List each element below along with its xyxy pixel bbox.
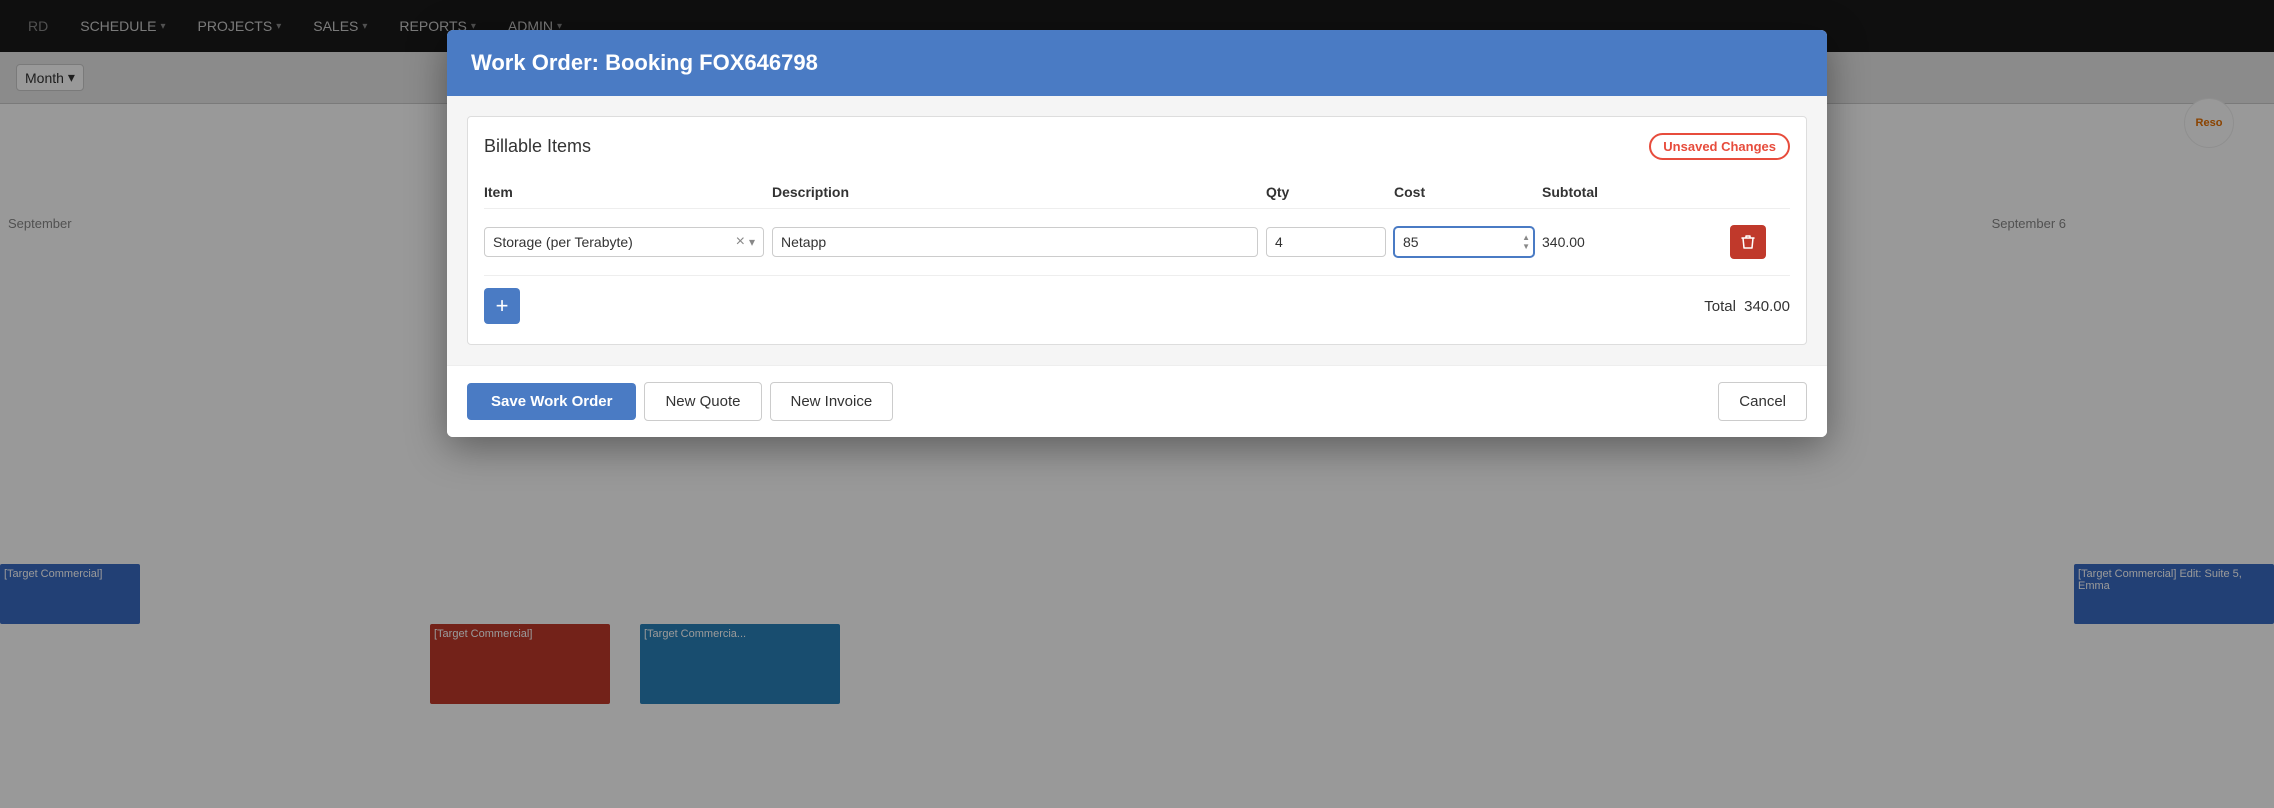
billable-section: Billable Items Unsaved Changes Item Desc… — [467, 116, 1807, 345]
trash-icon — [1741, 234, 1755, 250]
modal-title: Work Order: Booking FOX646798 — [471, 50, 1803, 76]
item-clear-button[interactable]: × — [736, 234, 745, 250]
plus-icon: + — [496, 293, 509, 319]
item-dropdown-arrow[interactable]: ▾ — [749, 235, 755, 249]
col-header-actions — [1730, 184, 1790, 200]
subtotal-value: 340.00 — [1542, 234, 1722, 250]
item-select-value: Storage (per Terabyte) — [493, 234, 633, 250]
cost-input-wrapper: ▲ ▼ — [1394, 227, 1534, 257]
total-value: 340.00 — [1744, 298, 1790, 315]
cost-input[interactable] — [1394, 227, 1534, 257]
table-row: Storage (per Terabyte) × ▾ ▲ ▼ — [484, 217, 1790, 267]
add-item-button[interactable]: + — [484, 288, 520, 324]
col-header-item: Item — [484, 184, 764, 200]
modal-header: Work Order: Booking FOX646798 — [447, 30, 1827, 96]
modal-body: Billable Items Unsaved Changes Item Desc… — [447, 96, 1827, 365]
modal-footer: Save Work Order New Quote New Invoice Ca… — [447, 365, 1827, 437]
delete-row-button[interactable] — [1730, 225, 1766, 259]
col-header-qty: Qty — [1266, 184, 1386, 200]
total-row: + Total 340.00 — [484, 275, 1790, 328]
save-work-order-button[interactable]: Save Work Order — [467, 383, 636, 420]
cancel-button[interactable]: Cancel — [1718, 382, 1807, 421]
qty-input[interactable] — [1266, 227, 1386, 257]
new-quote-button[interactable]: New Quote — [644, 382, 761, 421]
description-input[interactable] — [772, 227, 1258, 257]
unsaved-changes-badge: Unsaved Changes — [1649, 133, 1790, 160]
new-invoice-button[interactable]: New Invoice — [770, 382, 894, 421]
item-select[interactable]: Storage (per Terabyte) × ▾ — [484, 227, 764, 257]
cost-spinners: ▲ ▼ — [1522, 234, 1530, 251]
billable-title: Billable Items — [484, 136, 591, 157]
work-order-modal: Work Order: Booking FOX646798 Billable I… — [447, 30, 1827, 437]
cost-spin-down[interactable]: ▼ — [1522, 243, 1530, 251]
col-header-cost: Cost — [1394, 184, 1534, 200]
col-header-description: Description — [772, 184, 1258, 200]
billable-header: Billable Items Unsaved Changes — [484, 133, 1790, 160]
cost-spin-up[interactable]: ▲ — [1522, 234, 1530, 242]
total-label: Total 340.00 — [1704, 298, 1790, 315]
col-header-subtotal: Subtotal — [1542, 184, 1722, 200]
table-headers: Item Description Qty Cost Subtotal — [484, 176, 1790, 209]
